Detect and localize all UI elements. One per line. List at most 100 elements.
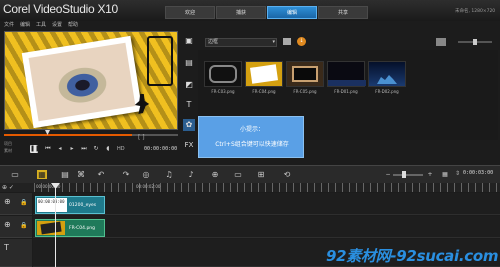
overlay-clip[interactable]: FR-C04.png [35, 219, 105, 237]
tab-share[interactable]: 共享 [318, 6, 368, 19]
time-stepper[interactable]: ⇕ [455, 170, 460, 177]
app-title: Corel VideoStudio X10 [3, 2, 118, 16]
timeline-ruler[interactable] [34, 183, 500, 192]
library-toolbar: 边框 ↓ [200, 35, 496, 49]
clip-name: 01200_eyes [69, 203, 97, 208]
timeline-ruler-row: ⊕ ✓ 00:00:00:00 00:00:02:00 [0, 183, 500, 192]
end-icon[interactable]: ⏭ [80, 145, 88, 153]
media-icon[interactable]: ▣ [183, 35, 195, 47]
audio-mix-icon[interactable]: ♫ [164, 170, 174, 179]
watermark: 92素材网-92sucai.com [326, 247, 499, 265]
lock-icon[interactable]: 🔒 [20, 222, 27, 229]
transport-controls: 项目 素材 ❚❚ ⏮ ◂ ▸ ⏭ ↻ ◖ HD 00:00:00:00 [4, 141, 178, 157]
menu-help[interactable]: 帮助 [68, 21, 78, 28]
scrubber[interactable] [4, 130, 178, 138]
play-button[interactable]: ❚❚ [30, 145, 40, 153]
lock-icon[interactable]: 🔒 [20, 199, 27, 206]
title-icon[interactable]: T [183, 99, 195, 111]
zoom-out-icon[interactable]: − [383, 170, 393, 179]
repeat-icon[interactable]: ↻ [92, 145, 100, 153]
video-clip[interactable]: 00:00:00:00 01200_eyes [35, 196, 105, 214]
menu-settings[interactable]: 设置 [52, 21, 62, 28]
fit-project-icon[interactable]: ▦ [440, 170, 450, 179]
next-frame-icon[interactable]: ▸ [68, 145, 76, 153]
auto-music-icon[interactable]: ♪ [186, 170, 196, 179]
playhead-line[interactable] [55, 183, 56, 267]
ruler-controls-icon[interactable]: ⊕ ✓ [2, 184, 14, 191]
clip-timecode: 00:00:00:00 [38, 199, 65, 204]
multi-cam-icon[interactable]: ⊞ [256, 170, 266, 179]
motion-icon[interactable]: ⊕ [210, 170, 220, 179]
library-sidebar: ▣ ▤ ◩ T ✿ FX [182, 31, 196, 157]
title-track-header[interactable]: T [0, 239, 32, 267]
category-select[interactable]: 边框 [205, 38, 277, 47]
preview-frame-decor [147, 36, 173, 86]
tab-welcome[interactable]: 欢迎 [165, 6, 215, 19]
slider-knob[interactable] [473, 39, 477, 45]
folder-icon[interactable] [283, 38, 291, 45]
volume-icon[interactable]: ◖ [104, 145, 112, 153]
menu-tools[interactable]: 工具 [36, 21, 46, 28]
home-icon[interactable]: ⏮ [44, 145, 52, 153]
scrub-progress [4, 134, 132, 136]
tip-box: 小提示： Ctrl+S组合键可以快速储存 [198, 116, 304, 158]
ruler-label: 00:00:02:00 [136, 184, 161, 189]
menu-bar: 文件 编辑 工具 设置 帮助 [4, 21, 500, 31]
thumbnail-fr-c04[interactable] [245, 61, 283, 87]
import-icon[interactable]: ↓ [297, 37, 306, 46]
project-info: 未命名, 1280×720 [455, 9, 496, 14]
overlay-track-icon: ⊕ [4, 220, 11, 229]
menu-edit[interactable]: 编辑 [20, 21, 30, 28]
frame-preview [292, 66, 318, 82]
thumbnail-fr-d01[interactable] [327, 61, 366, 87]
menu-file[interactable]: 文件 [4, 21, 14, 28]
time-remap-icon[interactable]: ⟲ [282, 170, 292, 179]
trim-markers[interactable]: [ ] [138, 134, 145, 141]
filter-icon[interactable]: FX [183, 139, 195, 151]
overlay-track-header[interactable]: ⊕ 🔒 [0, 216, 32, 238]
hd-label[interactable]: HD [117, 146, 125, 152]
mode-clip[interactable]: 素材 [4, 148, 12, 154]
timeline-duration[interactable]: 0:00:03:00 [463, 170, 493, 176]
clip-thumbnail [37, 221, 65, 235]
video-track-header[interactable]: ⊕ 🔒 [0, 193, 32, 215]
track-manager-icon[interactable]: ▤ [60, 170, 70, 179]
thumbnail-fr-c03[interactable] [204, 61, 242, 87]
thumbnail-fr-c05[interactable] [286, 61, 324, 87]
eye-image [28, 42, 136, 122]
zoom-slider[interactable] [393, 174, 423, 176]
subtitle-icon[interactable]: ▭ [233, 170, 243, 179]
thumbnail-label: FR-D01.png [334, 89, 358, 94]
chapter-icon[interactable]: ⌘ [76, 170, 86, 179]
player-timecode[interactable]: 00:00:00:00 [144, 146, 177, 152]
tab-edit[interactable]: 编辑 [267, 6, 317, 19]
frame-preview [377, 75, 397, 84]
prev-frame-icon[interactable]: ◂ [56, 145, 64, 153]
thumbnail-label: FR-D02.png [375, 89, 399, 94]
preview-window[interactable] [4, 31, 178, 130]
thumbnail-fr-d02[interactable] [368, 61, 406, 87]
timeline-toolbar: ▭ ▦ ▤ ⌘ ↶ ↷ ◎ ♫ ♪ ⊕ ▭ ⊞ ⟲ − + ▦ ⇕ 0:00:0… [0, 165, 500, 183]
view-mode-icon[interactable] [436, 38, 446, 46]
frame-preview [328, 80, 366, 86]
record-icon[interactable]: ◎ [141, 170, 151, 179]
clip-name: FR-C04.png [69, 226, 96, 231]
thumbnail-label: FR-C04.png [252, 89, 276, 94]
mode-project[interactable]: 项目 [4, 141, 12, 147]
redo-icon[interactable]: ↷ [121, 170, 131, 179]
thumbnail-label: FR-C03.png [211, 89, 235, 94]
thumbnail-label: FR-C05.png [293, 89, 317, 94]
storyboard-view-icon[interactable]: ▭ [10, 170, 20, 179]
title-track-icon: T [4, 243, 9, 252]
instant-project-icon[interactable]: ▤ [183, 57, 195, 69]
tip-title: 小提示： [239, 126, 264, 133]
undo-icon[interactable]: ↶ [96, 170, 106, 179]
zoom-in-icon[interactable]: + [425, 170, 435, 179]
timeline-view-icon[interactable]: ▦ [37, 170, 47, 179]
graphic-icon[interactable]: ✿ [183, 119, 195, 131]
tip-text: Ctrl+S组合键可以快速储存 [215, 141, 289, 148]
transition-icon[interactable]: ◩ [183, 79, 195, 91]
tab-capture[interactable]: 捕获 [216, 6, 266, 19]
frame-preview [250, 64, 278, 84]
zoom-knob[interactable] [402, 171, 406, 178]
